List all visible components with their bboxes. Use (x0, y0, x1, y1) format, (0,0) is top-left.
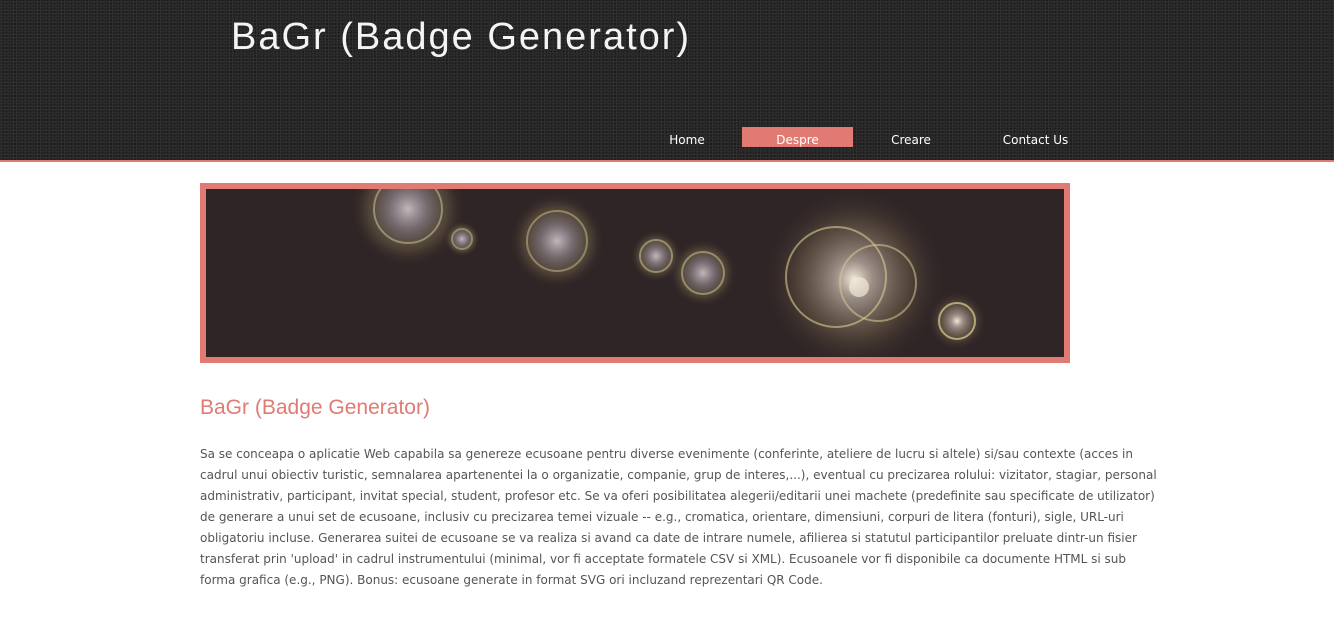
nav-despre[interactable]: Despre (742, 127, 853, 147)
nav-creare[interactable]: Creare (853, 127, 969, 147)
main-nav: Home Despre Creare Contact Us (632, 127, 1102, 147)
bokeh-lights-image (206, 189, 1064, 357)
nav-home[interactable]: Home (632, 127, 742, 147)
site-header: BaGr (Badge Generator) Home Despre Crear… (0, 0, 1334, 162)
site-title: BaGr (Badge Generator) (231, 16, 692, 58)
nav-contact-us[interactable]: Contact Us (969, 127, 1102, 147)
project-description: Sa se conceapa o aplicatie Web capabila … (200, 447, 1157, 587)
banner-image (200, 183, 1070, 363)
page-heading: BaGr (Badge Generator) (200, 396, 430, 419)
